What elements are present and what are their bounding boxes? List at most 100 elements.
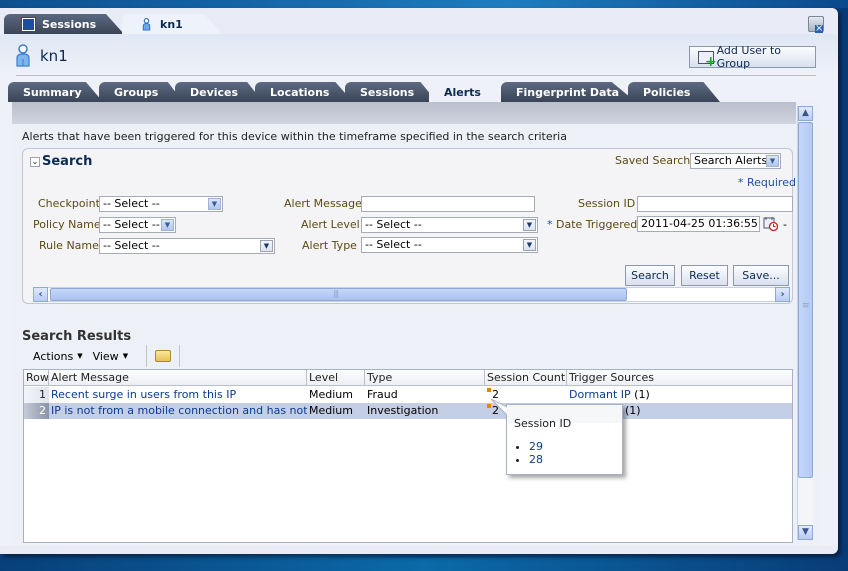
tab-fingerprint-data[interactable]: Fingerprint Data: [501, 82, 636, 102]
tab-label: Policies: [643, 85, 691, 99]
required-mark: *: [547, 218, 553, 231]
collapse-icon[interactable]: ⌄: [30, 156, 40, 167]
policy-name-label: Policy Name: [33, 218, 101, 231]
open-folder-icon[interactable]: [155, 350, 172, 362]
popup-title: Session ID: [514, 417, 572, 430]
row-number: 1: [24, 387, 49, 403]
tab-sessions[interactable]: Sessions: [345, 82, 437, 102]
document-tabs: Sessions kn1: [0, 8, 838, 34]
sessions-icon: [21, 16, 36, 32]
policy-name-value: -- Select --: [103, 218, 160, 231]
column-header-alert-message[interactable]: Alert Message: [49, 370, 307, 386]
tab-label: Fingerprint Data: [516, 85, 620, 99]
date-triggered-input[interactable]: 2011-04-25 01:36:55 PM: [637, 216, 760, 232]
type-cell: Investigation: [367, 404, 439, 417]
doc-tab-sessions[interactable]: Sessions: [4, 14, 124, 34]
trigger-count: (1): [625, 404, 641, 417]
scroll-up-button[interactable]: ▲: [798, 106, 813, 121]
policy-name-select[interactable]: -- Select -- ▼: [99, 217, 176, 233]
scroll-left-button[interactable]: ‹: [33, 287, 48, 302]
desktop-top-bar: [0, 0, 848, 8]
chevron-down-icon: ▼: [208, 198, 221, 210]
search-button[interactable]: Search: [625, 265, 675, 286]
rule-name-select[interactable]: -- Select -- ▼: [99, 238, 275, 254]
alerts-description: Alerts that have been triggered for this…: [22, 130, 567, 143]
tab-alerts[interactable]: Alerts: [429, 82, 509, 102]
column-header-row[interactable]: Row: [24, 370, 49, 386]
alert-message-link[interactable]: IP is not from a mobile connection and h…: [49, 403, 307, 419]
tab-groups[interactable]: Groups: [99, 82, 183, 102]
alert-message-input[interactable]: [361, 196, 535, 212]
close-window-icon[interactable]: [808, 16, 824, 33]
scrollbar-thumb[interactable]: [50, 288, 627, 301]
search-results-title: Search Results: [22, 329, 132, 344]
column-header-session-count[interactable]: Session Count: [485, 370, 567, 386]
alert-type-value: -- Select --: [365, 238, 422, 251]
session-id-input[interactable]: [637, 196, 793, 212]
column-header-trigger-sources[interactable]: Trigger Sources: [567, 370, 792, 386]
toolbar-separator: [146, 345, 148, 367]
user-icon: [142, 17, 151, 31]
table-row-selected[interactable]: 2 IP is not from a mobile connection and…: [24, 403, 792, 419]
checkpoint-value: -- Select --: [103, 197, 160, 210]
tab-policies[interactable]: Policies: [628, 82, 720, 102]
session-id-list: 29 28: [529, 440, 543, 466]
column-header-level[interactable]: Level: [307, 370, 365, 386]
caret-down-icon: ▼: [122, 352, 129, 360]
table-row[interactable]: 1 Recent surge in users from this IP Med…: [24, 387, 792, 403]
column-header-type[interactable]: Type: [365, 370, 485, 386]
alert-level-select[interactable]: -- Select -- ▼: [361, 217, 538, 233]
tab-summary[interactable]: Summary: [8, 82, 103, 102]
search-title: Search: [42, 154, 93, 169]
row-number: 2: [24, 403, 49, 419]
level-cell: Medium: [309, 388, 353, 401]
tab-devices[interactable]: Devices: [175, 82, 263, 102]
add-user-to-group-label: Add User to Group: [716, 44, 781, 70]
chevron-down-icon: ▼: [766, 155, 779, 167]
alert-message-link[interactable]: Recent surge in users from this IP: [49, 387, 307, 403]
alert-level-label: Alert Level: [301, 218, 360, 231]
doc-tab-kn1[interactable]: kn1: [122, 14, 222, 34]
dropdown-arrow-icon: ▼: [260, 240, 273, 252]
session-id-link[interactable]: 28: [529, 453, 543, 466]
tab-label: Groups: [114, 85, 159, 99]
tab-label: Devices: [190, 85, 239, 99]
page-title-text: kn1: [40, 47, 68, 65]
saved-search-select[interactable]: Search Alerts ▼: [690, 153, 781, 169]
tab-locations[interactable]: Locations: [255, 82, 353, 102]
save-button[interactable]: Save...: [733, 265, 789, 286]
session-id-popup: Session ID 29 28: [491, 399, 623, 475]
doc-tab-label: kn1: [160, 17, 183, 31]
panel-header-bar: [12, 102, 796, 124]
date-triggered-label: * Date Triggered: [547, 218, 637, 231]
calendar-clock-icon[interactable]: [763, 216, 778, 231]
checkpoint-select[interactable]: -- Select -- ▼: [99, 196, 223, 212]
actions-label: Actions: [33, 349, 74, 363]
table-header: Row Alert Message Level Type Session Cou…: [24, 370, 792, 386]
level-cell: Medium: [309, 404, 353, 417]
tab-label: Alerts: [444, 85, 481, 99]
trigger-source-link[interactable]: Dormant IP: [569, 388, 631, 401]
caret-down-icon: ▼: [77, 352, 83, 360]
add-user-to-group-button[interactable]: Add User to Group: [689, 44, 816, 70]
session-id-link[interactable]: 29: [529, 440, 543, 453]
view-label: View: [92, 349, 119, 363]
desktop-bottom-bar: [0, 558, 848, 571]
tab-label: Summary: [23, 85, 82, 99]
date-range-separator: -: [783, 218, 787, 231]
horizontal-scrollbar[interactable]: ‹ ›: [33, 287, 790, 302]
saved-search-label: Saved Search: [615, 154, 691, 167]
search-header[interactable]: ⌄ Search: [30, 154, 92, 169]
reset-button[interactable]: Reset: [681, 265, 728, 286]
vertical-scrollbar[interactable]: ▲ ▼: [797, 106, 813, 540]
view-menu[interactable]: View ▼: [93, 350, 129, 363]
scroll-right-button[interactable]: ›: [775, 287, 790, 302]
user-icon: [16, 44, 30, 67]
scrollbar-thumb[interactable]: [798, 122, 813, 478]
tab-label: Sessions: [360, 85, 415, 99]
scroll-down-button[interactable]: ▼: [798, 525, 813, 540]
alert-type-select[interactable]: -- Select -- ▼: [361, 237, 538, 253]
saved-search-value: Search Alerts: [694, 154, 768, 167]
alert-type-label: Alert Type: [302, 239, 357, 252]
actions-menu[interactable]: Actions ▼: [33, 350, 83, 363]
